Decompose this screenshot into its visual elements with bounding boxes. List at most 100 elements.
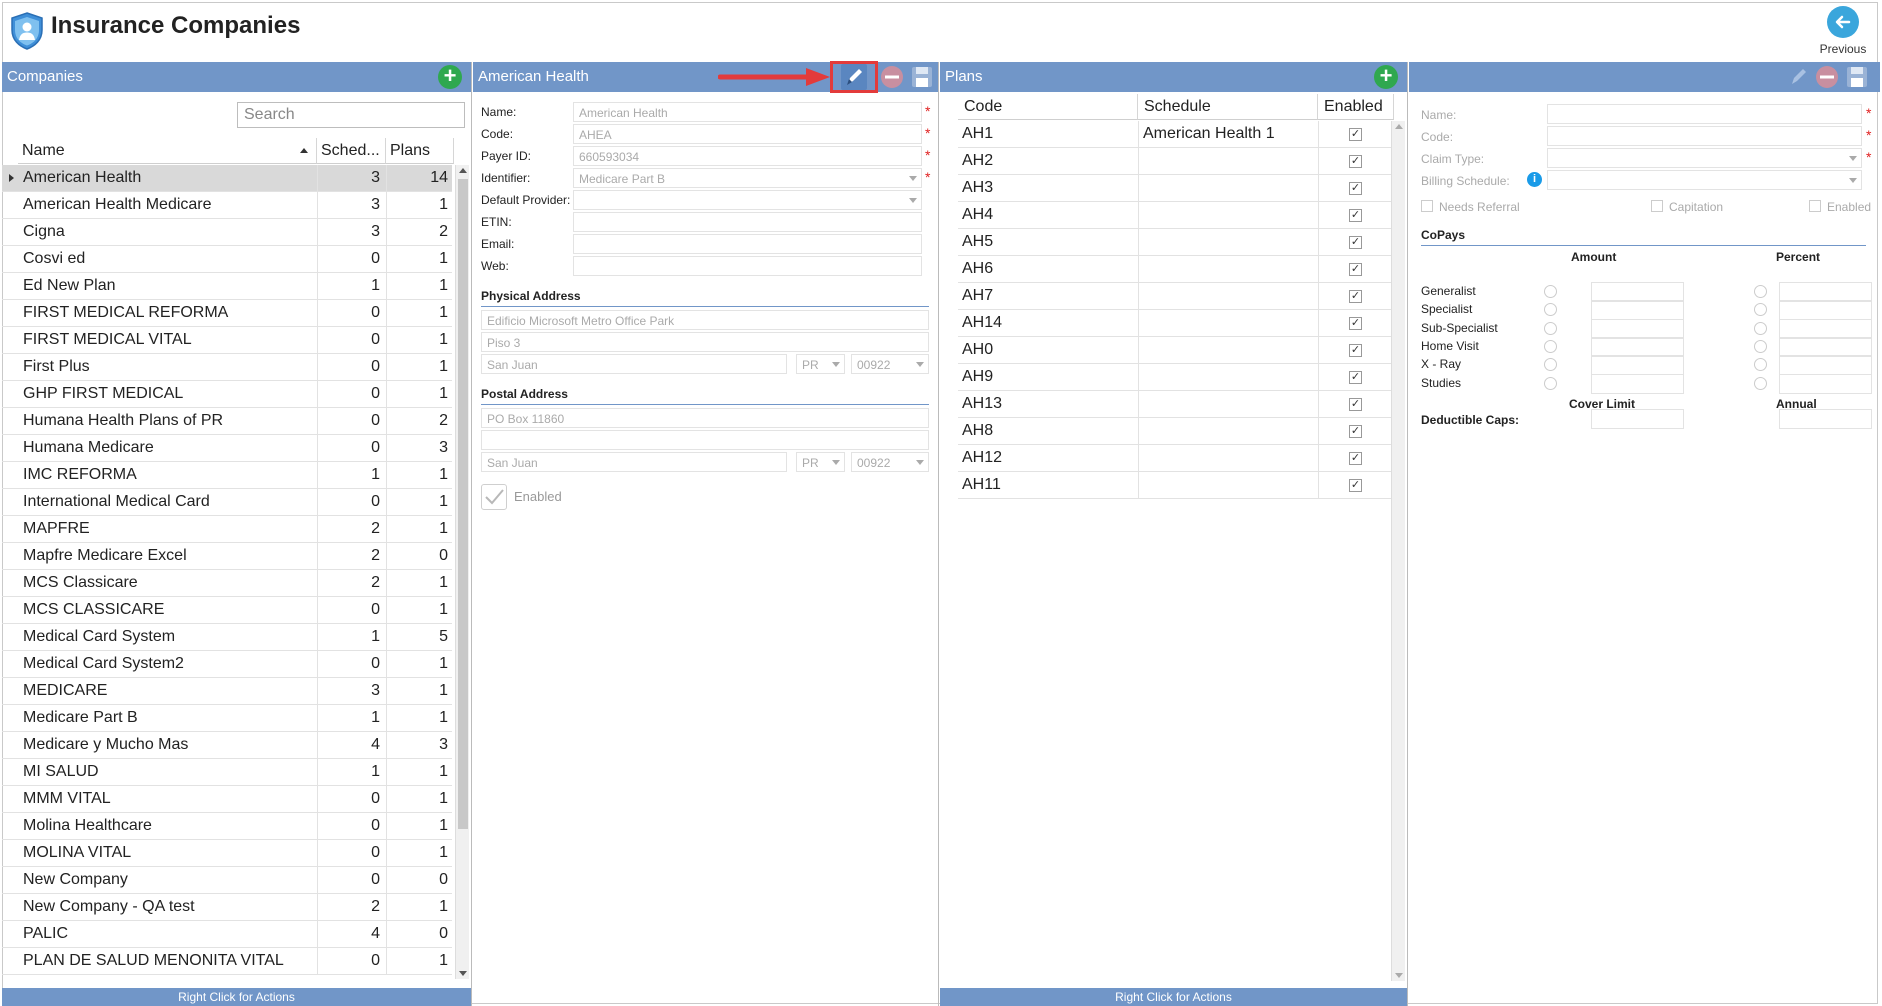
plans-footer[interactable]: Right Click for Actions — [940, 988, 1407, 1006]
enabled-checkbox[interactable]: ✓ — [1349, 290, 1362, 303]
percent-radio[interactable] — [1754, 358, 1767, 371]
table-row[interactable]: MMM VITAL 0 1 — [2, 786, 452, 813]
postal-address-line2[interactable] — [481, 430, 929, 450]
code-field[interactable]: AHEA — [573, 124, 922, 144]
percent-radio[interactable] — [1754, 340, 1767, 353]
table-row[interactable]: IMC REFORMA 1 1 — [2, 462, 452, 489]
percent-radio[interactable] — [1754, 322, 1767, 335]
claim-type-select[interactable] — [1547, 148, 1862, 168]
percent-radio[interactable] — [1754, 377, 1767, 390]
table-row[interactable]: AH0 ✓ — [958, 337, 1394, 364]
enabled-checkbox[interactable]: ✓ — [1349, 425, 1362, 438]
table-row[interactable]: AH2 ✓ — [958, 148, 1394, 175]
percent-input[interactable] — [1779, 282, 1872, 302]
table-row[interactable]: American Health Medicare 3 1 — [2, 192, 452, 219]
column-header-schedules[interactable]: Sched... — [317, 138, 386, 164]
table-row[interactable]: AH1 American Health 1 ✓ — [958, 121, 1394, 148]
table-row[interactable]: AH12 ✓ — [958, 445, 1394, 472]
identifier-select[interactable]: Medicare Part B — [573, 168, 922, 188]
plan-delete-button[interactable] — [1813, 63, 1841, 91]
physical-zip-select[interactable]: 00922 — [851, 354, 929, 374]
table-row[interactable]: Cigna 3 2 — [2, 219, 452, 246]
enabled-checkbox[interactable]: ✓ — [1349, 263, 1362, 276]
percent-radio[interactable] — [1754, 285, 1767, 298]
plan-name-field[interactable] — [1547, 104, 1862, 124]
amount-input[interactable] — [1591, 337, 1684, 357]
table-row[interactable]: First Plus 0 1 — [2, 354, 452, 381]
default-provider-select[interactable] — [573, 190, 922, 210]
table-row[interactable]: FIRST MEDICAL REFORMA 0 1 — [2, 300, 452, 327]
table-row[interactable]: AH13 ✓ — [958, 391, 1394, 418]
amount-input[interactable] — [1591, 300, 1684, 320]
table-row[interactable]: Cosvi ed 0 1 — [2, 246, 452, 273]
enabled-checkbox[interactable]: ✓ — [1349, 371, 1362, 384]
web-field[interactable] — [573, 256, 922, 276]
percent-input[interactable] — [1779, 374, 1872, 394]
capitation-checkbox[interactable] — [1651, 200, 1663, 212]
table-row[interactable]: New Company 0 0 — [2, 867, 452, 894]
plan-enabled-checkbox[interactable] — [1809, 200, 1821, 212]
table-row[interactable]: Medicare Part B 11 — [2, 705, 452, 732]
physical-address-line1[interactable]: Edificio Microsoft Metro Office Park — [481, 310, 929, 330]
amount-radio[interactable] — [1544, 303, 1557, 316]
etin-field[interactable] — [573, 212, 922, 232]
table-row[interactable]: AH11 ✓ — [958, 472, 1394, 499]
percent-input[interactable] — [1779, 300, 1872, 320]
column-header-plans[interactable]: Plans — [386, 138, 454, 164]
table-row[interactable]: AH4 ✓ — [958, 202, 1394, 229]
percent-radio[interactable] — [1754, 303, 1767, 316]
enabled-checkbox[interactable]: ✓ — [1349, 317, 1362, 330]
table-row[interactable]: MI SALUD 1 1 — [2, 759, 452, 786]
table-row[interactable]: Medical Card System2 0 1 — [2, 651, 452, 678]
amount-input[interactable] — [1591, 355, 1684, 375]
table-row[interactable]: Humana Medicare 0 3 — [2, 435, 452, 462]
percent-input[interactable] — [1779, 355, 1872, 375]
table-row[interactable]: MCS Classicare 2 1 — [2, 570, 452, 597]
enabled-checkbox[interactable]: ✓ — [1349, 398, 1362, 411]
percent-input[interactable] — [1779, 337, 1872, 357]
scroll-down-icon[interactable] — [459, 971, 467, 976]
enabled-checkbox[interactable]: ✓ — [1349, 479, 1362, 492]
physical-city-field[interactable]: San Juan — [481, 354, 787, 374]
enabled-checkbox[interactable] — [481, 484, 507, 510]
plan-save-button[interactable] — [1843, 63, 1871, 91]
postal-address-line1[interactable]: PO Box 11860 — [481, 408, 929, 428]
companies-footer[interactable]: Right Click for Actions — [2, 988, 471, 1006]
table-row[interactable]: MCS CLASSICARE 0 1 — [2, 597, 452, 624]
plans-scrollbar[interactable] — [1391, 121, 1405, 981]
table-row[interactable]: AH6 ✓ — [958, 256, 1394, 283]
percent-input[interactable] — [1779, 319, 1872, 339]
add-company-button[interactable]: + — [438, 65, 462, 89]
postal-zip-select[interactable]: 00922 — [851, 452, 929, 472]
amount-radio[interactable] — [1544, 285, 1557, 298]
table-row[interactable]: AH8 ✓ — [958, 418, 1394, 445]
table-row[interactable]: AH3 ✓ — [958, 175, 1394, 202]
table-row[interactable]: AH5 ✓ — [958, 229, 1394, 256]
postal-state-select[interactable]: PR — [796, 452, 845, 472]
amount-input[interactable] — [1591, 374, 1684, 394]
table-row[interactable]: AH14 ✓ — [958, 310, 1394, 337]
enabled-checkbox[interactable]: ✓ — [1349, 452, 1362, 465]
billing-schedule-select[interactable] — [1547, 170, 1862, 190]
amount-input[interactable] — [1591, 282, 1684, 302]
amount-radio[interactable] — [1544, 340, 1557, 353]
search-input[interactable]: Search — [237, 102, 465, 128]
delete-button[interactable] — [878, 63, 906, 91]
table-row[interactable]: AH9 ✓ — [958, 364, 1394, 391]
table-row[interactable]: Medicare y Mucho Mas 4 3 — [2, 732, 452, 759]
amount-radio[interactable] — [1544, 377, 1557, 390]
column-header-code[interactable]: Code — [958, 94, 1138, 120]
table-row[interactable]: MEDICARE 3 1 — [2, 678, 452, 705]
table-row[interactable]: Medical Card System 1 5 — [2, 624, 452, 651]
table-row[interactable]: PLAN DE SALUD MENONITA VITAL 0 1 — [2, 948, 452, 975]
plan-code-field[interactable] — [1547, 126, 1862, 146]
table-row[interactable]: Mapfre Medicare Excel 2 0 — [2, 543, 452, 570]
table-row[interactable]: FIRST MEDICAL VITAL 0 1 — [2, 327, 452, 354]
previous-button[interactable]: Previous — [1818, 6, 1868, 56]
needs-referral-checkbox[interactable] — [1421, 200, 1433, 212]
table-row[interactable]: American Health 3 14 — [2, 165, 452, 192]
plan-edit-button[interactable] — [1784, 63, 1812, 91]
table-row[interactable]: Molina Healthcare 0 1 — [2, 813, 452, 840]
column-header-enabled[interactable]: Enabled — [1318, 94, 1394, 120]
payer-id-field[interactable]: 660593034 — [573, 146, 922, 166]
